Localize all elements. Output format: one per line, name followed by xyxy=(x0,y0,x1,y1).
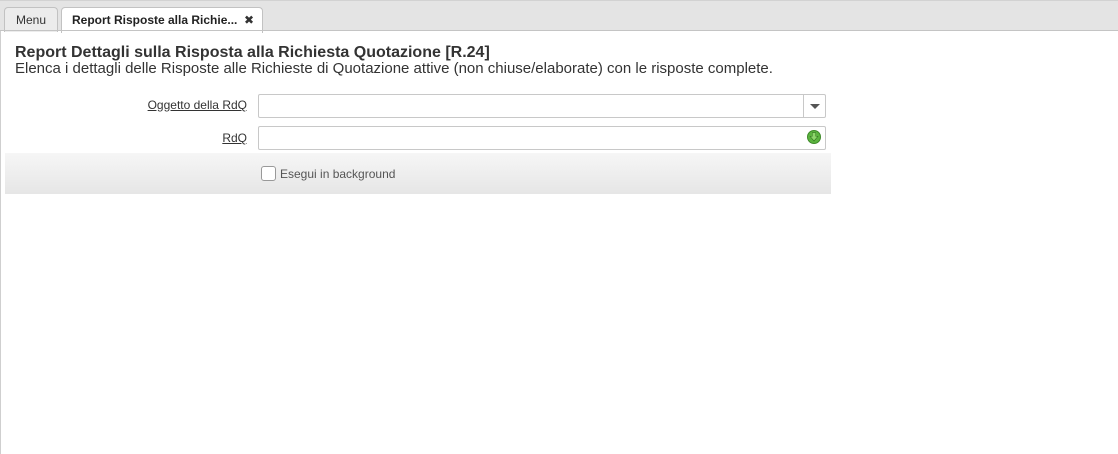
close-icon[interactable]: ✖ xyxy=(244,8,254,32)
chevron-down-icon xyxy=(810,104,820,109)
page-description: Elenca i dettagli delle Risposte alle Ri… xyxy=(15,60,773,77)
oggetto-rdq-input[interactable] xyxy=(263,96,797,118)
run-in-background-label[interactable]: Esegui in background xyxy=(280,167,395,181)
green-arrow-down-icon xyxy=(807,130,821,144)
rdq-lookup-button[interactable] xyxy=(805,129,823,147)
tab-menu[interactable]: Menu xyxy=(4,7,58,32)
run-in-background-checkbox[interactable] xyxy=(261,166,276,181)
rdq-label[interactable]: RdQ xyxy=(222,131,247,145)
tab-bar: Menu Report Risposte alla Richie... ✖ xyxy=(0,0,1118,33)
oggetto-rdq-combobox[interactable] xyxy=(258,94,826,118)
panel-border xyxy=(0,31,1,454)
options-bar xyxy=(5,153,831,194)
rdq-input[interactable] xyxy=(263,128,797,150)
rdq-search-field[interactable] xyxy=(258,126,826,150)
app-window: Menu Report Risposte alla Richie... ✖ Re… xyxy=(0,0,1118,454)
tab-bar-divider xyxy=(0,30,1118,31)
tab-report-label: Report Risposte alla Richie... xyxy=(72,13,238,27)
oggetto-rdq-dropdown-button[interactable] xyxy=(803,95,825,117)
oggetto-rdq-label[interactable]: Oggetto della RdQ xyxy=(148,98,247,112)
